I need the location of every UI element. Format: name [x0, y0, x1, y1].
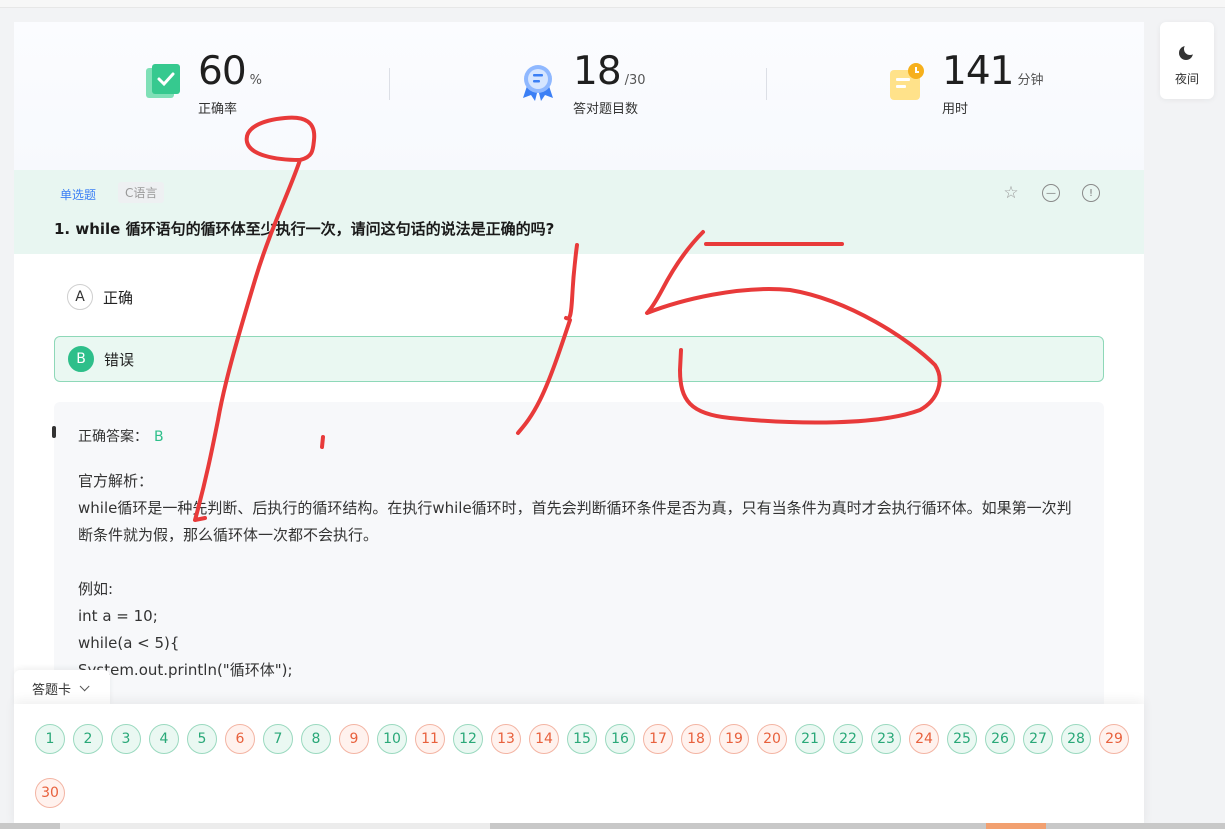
answer-sheet-item[interactable]: 11	[415, 724, 445, 754]
star-icon[interactable]: ☆	[1002, 183, 1020, 203]
night-mode-label: 夜间	[1174, 72, 1199, 86]
option-letter: B	[68, 346, 94, 372]
option-text: 错误	[104, 350, 135, 369]
stat-label: 正确率	[198, 102, 238, 117]
stat-value: 18/30	[573, 49, 646, 94]
answer-sheet-item[interactable]: 24	[909, 724, 939, 754]
answer-sheet-label: 答题卡	[32, 682, 72, 698]
stat-value: 60%	[198, 49, 262, 94]
option-b[interactable]: B 错误	[54, 336, 1104, 382]
info-circle-icon[interactable]: !	[1082, 184, 1100, 202]
answer-sheet-item[interactable]: 18	[681, 724, 711, 754]
question-title: 1. while 循环语句的循环体至少执行一次，请问这句话的说法是正确的吗?	[54, 220, 555, 238]
browser-top-strip	[0, 0, 1225, 8]
night-mode-button[interactable]: 夜间	[1160, 22, 1214, 99]
answer-sheet-item[interactable]: 15	[567, 724, 597, 754]
check-book-icon	[146, 64, 180, 98]
timer-note-icon	[890, 63, 924, 100]
answer-sheet-item[interactable]: 1	[35, 724, 65, 754]
option-a[interactable]: A 正确	[54, 274, 1104, 320]
answer-sheet-item[interactable]: 27	[1023, 724, 1053, 754]
stat-divider	[766, 68, 767, 100]
answer-sheet-item[interactable]: 4	[149, 724, 179, 754]
answer-sheet-item[interactable]: 8	[301, 724, 331, 754]
stat-divider	[389, 68, 390, 100]
answer-sheet-item[interactable]: 22	[833, 724, 863, 754]
stat-value: 141 分钟	[942, 49, 1044, 94]
answer-sheet-item[interactable]: 19	[719, 724, 749, 754]
answer-sheet-item[interactable]: 26	[985, 724, 1015, 754]
question-type-tag: 单选题	[60, 188, 97, 202]
answer-sheet-item[interactable]: 28	[1061, 724, 1091, 754]
taskbar-segment	[986, 823, 1046, 829]
moon-icon	[1179, 43, 1196, 60]
minus-circle-icon[interactable]: —	[1042, 184, 1060, 202]
taskbar-segment	[60, 823, 490, 829]
chevron-down-icon	[79, 680, 90, 691]
answer-sheet-item[interactable]: 17	[643, 724, 673, 754]
answer-sheet-item[interactable]: 20	[757, 724, 787, 754]
subject-tag: C语言	[118, 182, 165, 203]
answer-sheet-item[interactable]: 25	[947, 724, 977, 754]
answer-sheet-item[interactable]: 7	[263, 724, 293, 754]
option-letter: A	[67, 284, 93, 310]
stat-label: 答对题目数	[573, 102, 639, 117]
answer-sheet-item[interactable]: 10	[377, 724, 407, 754]
option-text: 正确	[103, 288, 134, 307]
question-tools: ☆ — !	[1002, 183, 1100, 203]
answer-sheet-item[interactable]: 2	[73, 724, 103, 754]
answer-sheet-item[interactable]: 30	[35, 778, 65, 808]
answer-sheet-panel: 1 2 3 4 5 6 7 8 9 10 11 12 13 14 15 16 17 18 19 20 21 22 23 24 2…	[14, 704, 1144, 829]
answer-sheet-item[interactable]: 13	[491, 724, 521, 754]
question-header: 单选题 C语言 1. while 循环语句的循环体至少执行一次，请问这句话的说法…	[14, 170, 1144, 254]
answer-sheet-item[interactable]: 6	[225, 724, 255, 754]
answer-sheet-item[interactable]: 9	[339, 724, 369, 754]
answer-sheet-item[interactable]: 16	[605, 724, 635, 754]
answer-sheet-item[interactable]: 29	[1099, 724, 1129, 754]
stat-label: 用时	[942, 102, 969, 117]
answer-sheet-toggle[interactable]: 答题卡	[14, 670, 110, 706]
answer-sheet-item[interactable]: 5	[187, 724, 217, 754]
answer-sheet-grid: 1 2 3 4 5 6 7 8 9 10 11 12 13 14 15 16 17 18 19 20 21 22 23 24 2…	[35, 724, 1135, 808]
answer-sheet-item[interactable]: 3	[111, 724, 141, 754]
answer-marker	[52, 426, 56, 438]
explanation-text: 官方解析： while循环是一种先判断、后执行的循环结构。在执行while循环时…	[78, 472, 1072, 679]
answer-sheet-item[interactable]: 23	[871, 724, 901, 754]
taskbar-strip	[0, 823, 1225, 829]
answer-sheet-item[interactable]: 14	[529, 724, 559, 754]
answer-sheet-item[interactable]: 12	[453, 724, 483, 754]
stats-panel: 60% 正确率 18/30 答对题目数 141 分钟 用时	[14, 22, 1144, 170]
correct-answer: 正确答案： B	[78, 429, 164, 445]
award-badge-icon	[523, 65, 553, 101]
answer-sheet-item[interactable]: 21	[795, 724, 825, 754]
